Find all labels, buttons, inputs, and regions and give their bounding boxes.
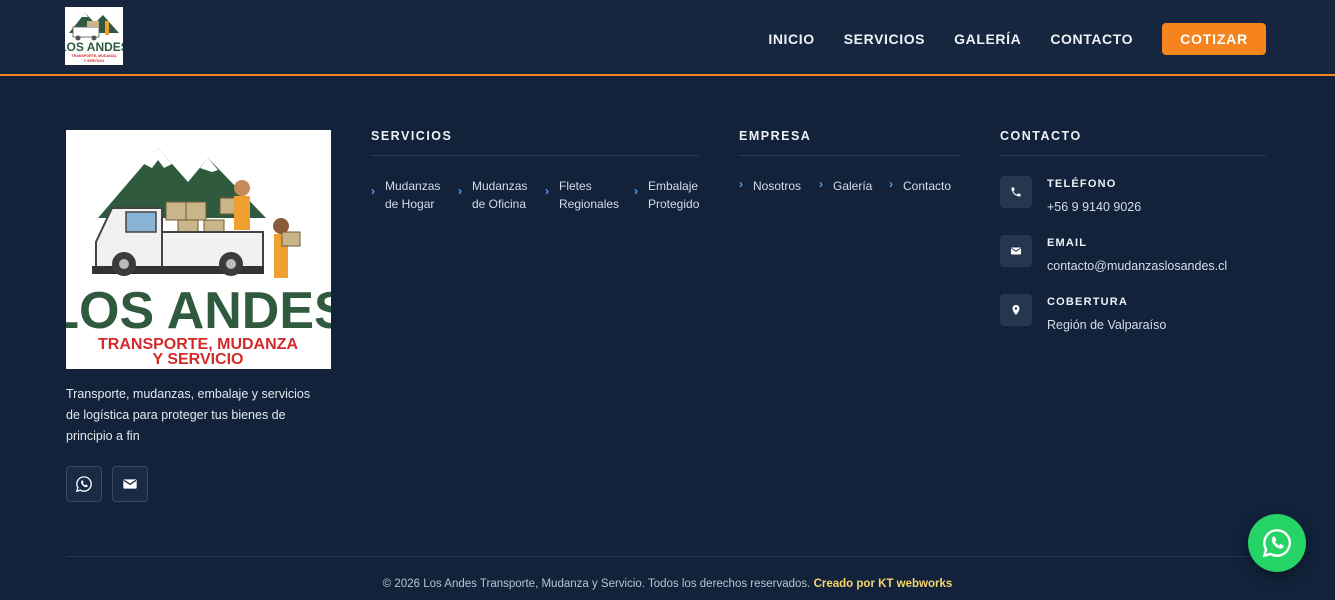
cotizar-button[interactable]: COTIZAR (1162, 23, 1266, 55)
logo-illustration-icon: LOS ANDES TRANSPORTE, MUDANZA Y SERVICIO (66, 148, 331, 368)
chevron-right-icon: › (545, 184, 549, 198)
whatsapp-icon (1262, 529, 1291, 558)
chevron-right-icon: › (739, 177, 743, 191)
email-social-button[interactable] (112, 466, 148, 502)
footer-divider (66, 556, 1266, 557)
main-nav: INICIO SERVICIOS GALERÍA CONTACTO COTIZA… (768, 23, 1266, 55)
credit-link[interactable]: Creado por KT webworks (814, 578, 953, 590)
service-link-embalaje-protegido[interactable]: Embalaje Protegido (648, 177, 699, 213)
service-link-mudanzas-oficina[interactable]: Mudanzas de Oficina (472, 177, 527, 213)
chevron-right-icon: › (458, 184, 462, 198)
nav-servicios[interactable]: SERVICIOS (844, 31, 925, 47)
copyright-text: © 2026 Los Andes Transporte, Mudanza y S… (382, 578, 811, 590)
services-divider (371, 155, 699, 156)
contact-divider (1000, 155, 1266, 156)
coverage-value: Región de Valparaíso (1047, 318, 1167, 332)
whatsapp-social-button[interactable] (66, 466, 102, 502)
mail-icon (123, 479, 137, 489)
site-header: LOS ANDES TRANSPORTE, MUDANZA Y SERVICIO… (0, 0, 1335, 76)
nav-contacto[interactable]: CONTACTO (1050, 31, 1133, 47)
location-icon-box (1000, 294, 1032, 326)
whatsapp-float-button[interactable] (1248, 514, 1306, 572)
chevron-right-icon: › (819, 177, 823, 191)
company-link-nosotros[interactable]: Nosotros (753, 177, 801, 195)
copyright-bar: © 2026 Los Andes Transporte, Mudanza y S… (0, 578, 1335, 590)
mail-icon (1011, 247, 1021, 255)
logo-subtitle-2: Y SERVICIO (153, 351, 244, 368)
logo-subtitle-small-2: Y SERVICIO (84, 59, 105, 63)
header-logo[interactable]: LOS ANDES TRANSPORTE, MUDANZA Y SERVICIO (65, 7, 123, 65)
chevron-right-icon: › (889, 177, 893, 191)
company-tagline: Transporte, mudanzas, embalaje y servici… (66, 387, 311, 443)
email-label: EMAIL (1047, 237, 1088, 249)
nav-galeria[interactable]: GALERÍA (954, 31, 1021, 47)
phone-link[interactable]: +56 9 9140 9026 (1047, 200, 1141, 214)
coverage-label: COBERTURA (1047, 296, 1129, 308)
company-link-galeria[interactable]: Galería (833, 177, 872, 195)
email-link[interactable]: contacto@mudanzaslosandes.cl (1047, 259, 1227, 273)
footer-logo: LOS ANDES TRANSPORTE, MUDANZA Y SERVICIO (66, 130, 331, 369)
logo-image-icon: LOS ANDES TRANSPORTE, MUDANZA Y SERVICIO (65, 13, 123, 63)
contact-title: CONTACTO (1000, 129, 1082, 143)
services-title: SERVICIOS (371, 129, 453, 143)
location-pin-icon (1012, 305, 1020, 315)
phone-label: TELÉFONO (1047, 178, 1117, 190)
company-divider (739, 155, 960, 156)
company-link-contacto[interactable]: Contacto (903, 177, 951, 195)
phone-icon (1011, 187, 1021, 197)
whatsapp-icon (75, 476, 92, 493)
phone-icon-box (1000, 176, 1032, 208)
service-link-fletes-regionales[interactable]: Fletes Regionales (559, 177, 619, 213)
logo-subtitle-small: TRANSPORTE, MUDANZA (72, 54, 117, 58)
nav-inicio[interactable]: INICIO (768, 31, 814, 47)
chevron-right-icon: › (634, 184, 638, 198)
logo-title-small: LOS ANDES (65, 40, 123, 54)
company-title: EMPRESA (739, 129, 812, 143)
chevron-right-icon: › (371, 184, 375, 198)
service-link-mudanzas-hogar[interactable]: Mudanzas de Hogar (385, 177, 440, 213)
email-icon-box (1000, 235, 1032, 267)
logo-title: LOS ANDES (66, 282, 331, 340)
